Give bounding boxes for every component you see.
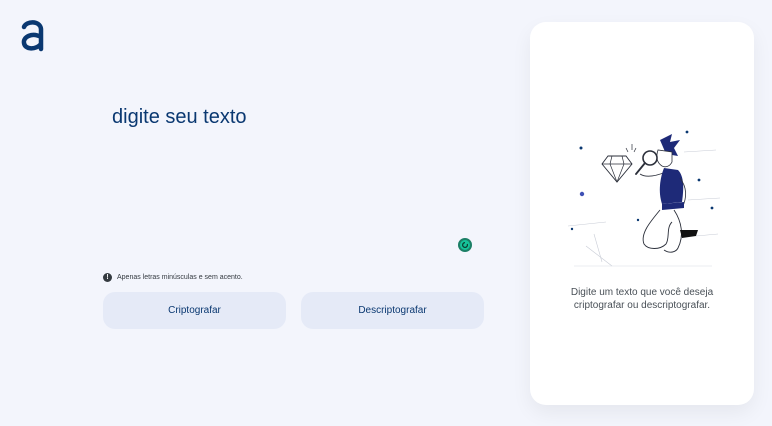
person-with-magnifier-and-diamond-illustration xyxy=(567,130,721,267)
encrypt-button[interactable]: Criptografar xyxy=(103,292,286,329)
output-message-line-2: criptografar ou descriptografar. xyxy=(573,300,711,311)
info-icon: ! xyxy=(103,273,112,282)
notice-text: Apenas letras minúsculas e sem acento. xyxy=(117,274,243,281)
text-input[interactable] xyxy=(103,100,483,260)
output-message-line-1: Digite um texto que você deseja xyxy=(570,287,714,298)
input-notice: ! Apenas letras minúsculas e sem acento. xyxy=(103,273,243,282)
output-panel: Digite um texto que você deseja criptogr… xyxy=(530,22,754,405)
decrypt-button[interactable]: Descriptografar xyxy=(301,292,484,329)
alura-logo-icon[interactable] xyxy=(20,18,46,52)
grammarly-icon[interactable] xyxy=(458,238,472,252)
output-message: Digite um texto que você deseja criptogr… xyxy=(530,286,754,312)
text-input-container xyxy=(103,100,483,260)
